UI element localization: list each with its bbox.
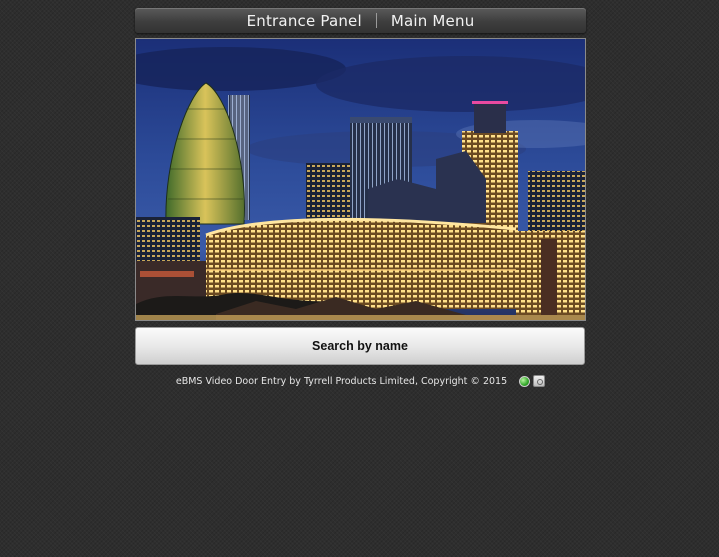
search-by-name-label: Search by name (312, 339, 408, 353)
hero-image (135, 38, 586, 321)
search-by-name-button[interactable]: Search by name (135, 327, 585, 365)
footer: eBMS Video Door Entry by Tyrrell Product… (135, 373, 586, 389)
entrance-panel-title: Entrance Panel (246, 11, 362, 30)
settings-icon[interactable] (533, 375, 546, 387)
footer-icons (519, 375, 546, 387)
copyright-text: eBMS Video Door Entry by Tyrrell Product… (175, 375, 508, 387)
status-green-dot-icon (519, 375, 531, 387)
city-skyline-illustration (136, 39, 585, 320)
header-bar: Entrance Panel Main Menu (135, 8, 586, 33)
main-menu-title[interactable]: Main Menu (377, 12, 489, 30)
